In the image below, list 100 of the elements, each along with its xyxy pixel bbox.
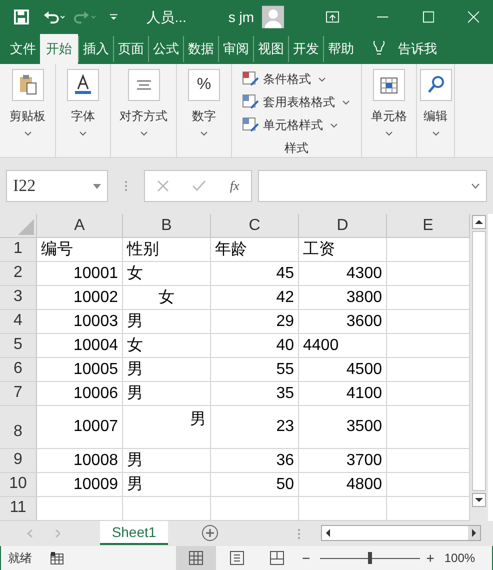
ribbon-button[interactable]: 剪贴板 — [10, 69, 46, 136]
ribbon-display-icon[interactable] — [326, 11, 340, 23]
ribbon-tab[interactable]: 帮助 — [323, 36, 358, 62]
cell-text: 10006 — [74, 384, 118, 404]
column-header[interactable]: D — [299, 214, 387, 237]
scroll-right-icon[interactable] — [468, 526, 480, 540]
insert-function-button[interactable]: fx — [230, 176, 240, 196]
add-sheet-icon[interactable] — [201, 524, 219, 542]
ribbon-button[interactable]: 单元格 — [371, 69, 407, 136]
ribbon-tab[interactable]: 数据 — [183, 36, 218, 62]
ribbon-button[interactable]: 字体 — [67, 69, 99, 136]
ribbon-tab[interactable]: 公式 — [148, 36, 183, 62]
caret-icon — [79, 131, 87, 136]
zoom-in-button[interactable]: + — [426, 548, 434, 568]
ribbon-tab[interactable]: 开始 — [40, 34, 78, 64]
save-icon[interactable] — [14, 9, 29, 25]
group-label: 样式 — [284, 140, 308, 157]
cell-text: 50 — [276, 474, 294, 494]
cell-text: 年龄 — [215, 240, 247, 260]
cell-text: 男 — [127, 312, 143, 332]
caret-icon — [140, 131, 148, 136]
cell-text: 性别 — [127, 240, 159, 260]
grid-icon — [189, 551, 203, 565]
check-icon[interactable] — [192, 180, 206, 192]
ribbon-button[interactable]: 编辑 — [420, 69, 452, 136]
expand-icon[interactable] — [471, 183, 480, 189]
cell-text: 男 — [190, 410, 206, 430]
scroll-down-icon[interactable] — [472, 493, 486, 507]
vertical-scrollbar[interactable] — [470, 214, 488, 521]
ribbon-tab[interactable]: 插入 — [78, 36, 113, 62]
cell-text: 3700 — [346, 450, 382, 470]
cell-text: 3600 — [346, 312, 382, 332]
style-menu-button[interactable]: 条件格式 — [242, 69, 326, 89]
cell-text: 10008 — [74, 450, 118, 470]
close-icon[interactable] — [468, 11, 479, 23]
cell-text: 10001 — [74, 264, 118, 284]
cell-text: 45 — [276, 264, 294, 284]
ribbon-button[interactable]: % 数字 — [188, 69, 220, 136]
caret-icon — [318, 76, 326, 82]
zoom-level: 100% — [444, 550, 476, 567]
caret-icon — [342, 100, 350, 104]
table-format-icon — [242, 71, 260, 87]
table-format-icon — [242, 117, 260, 133]
name-box[interactable]: I22 — [6, 170, 108, 202]
row-header[interactable]: 10 — [0, 473, 37, 496]
row-header[interactable]: 9 — [0, 449, 37, 472]
ribbon-tab[interactable]: 文件 — [6, 36, 40, 62]
normal-view-button[interactable] — [176, 546, 216, 570]
macro-record-icon[interactable] — [50, 551, 64, 565]
cell-text: 4300 — [346, 264, 382, 284]
horizontal-scrollbar[interactable] — [321, 525, 481, 541]
column-header[interactable]: B — [123, 214, 211, 237]
undo-icon[interactable] — [42, 9, 68, 25]
cell-text: 男 — [127, 474, 143, 494]
zoom-out-button[interactable]: − — [302, 548, 310, 568]
cell-text: 36 — [276, 450, 294, 470]
table-format-icon — [242, 94, 260, 110]
maximize-icon[interactable] — [422, 11, 434, 23]
sheet-tab[interactable]: Sheet1 — [100, 521, 168, 545]
cell-text: 4500 — [346, 360, 382, 380]
row-header[interactable]: 5 — [0, 334, 37, 357]
dropdown-icon — [93, 184, 101, 188]
ribbon-tab[interactable]: 审阅 — [218, 36, 253, 62]
row-header[interactable]: 8 — [0, 406, 37, 448]
zoom-thumb[interactable] — [368, 552, 372, 564]
cell-text: 编号 — [41, 240, 73, 260]
cell-text: 40 — [276, 336, 294, 356]
cell-text: 男 — [127, 384, 143, 404]
row-header[interactable]: 2 — [0, 262, 37, 285]
cell-text: 10009 — [74, 474, 118, 494]
ribbon-tab[interactable]: 视图 — [253, 36, 288, 62]
cell-text: 男 — [127, 360, 143, 380]
row-header[interactable]: 6 — [0, 358, 37, 381]
row-header[interactable]: 11 — [0, 497, 37, 520]
page-layout-icon[interactable] — [230, 551, 244, 565]
ribbon-button[interactable]: 对齐方式 — [120, 69, 168, 136]
cell-text: 4800 — [346, 474, 382, 494]
row-header[interactable]: 7 — [0, 382, 37, 405]
avatar-icon[interactable] — [262, 5, 284, 29]
column-header[interactable]: C — [211, 214, 299, 237]
cell-text: 女 — [127, 336, 143, 356]
zoom-slider[interactable] — [320, 552, 420, 564]
page-break-icon[interactable] — [270, 551, 284, 565]
customize-icon[interactable] — [109, 12, 119, 22]
caret-icon — [200, 131, 208, 136]
row-header[interactable]: 1 — [0, 238, 37, 261]
ribbon-tab[interactable]: 开发 — [288, 36, 323, 62]
ribbon-tab[interactable]: 页面 — [113, 36, 148, 62]
row-header[interactable]: 4 — [0, 310, 37, 333]
formula-field[interactable] — [258, 170, 487, 202]
cell-text: 工资 — [303, 240, 335, 260]
style-menu-button[interactable]: 单元格样式 — [242, 115, 338, 135]
style-menu-button[interactable]: 套用表格格式 — [242, 92, 350, 112]
cell-text: 女 — [158, 288, 174, 308]
tell-me-button[interactable]: 告诉我 — [398, 38, 437, 58]
grip-icon — [124, 180, 128, 192]
cell-text: 4400 — [303, 336, 339, 356]
column-header[interactable]: A — [37, 214, 123, 237]
row-header[interactable]: 3 — [0, 286, 37, 309]
scroll-up-icon[interactable] — [472, 215, 486, 229]
